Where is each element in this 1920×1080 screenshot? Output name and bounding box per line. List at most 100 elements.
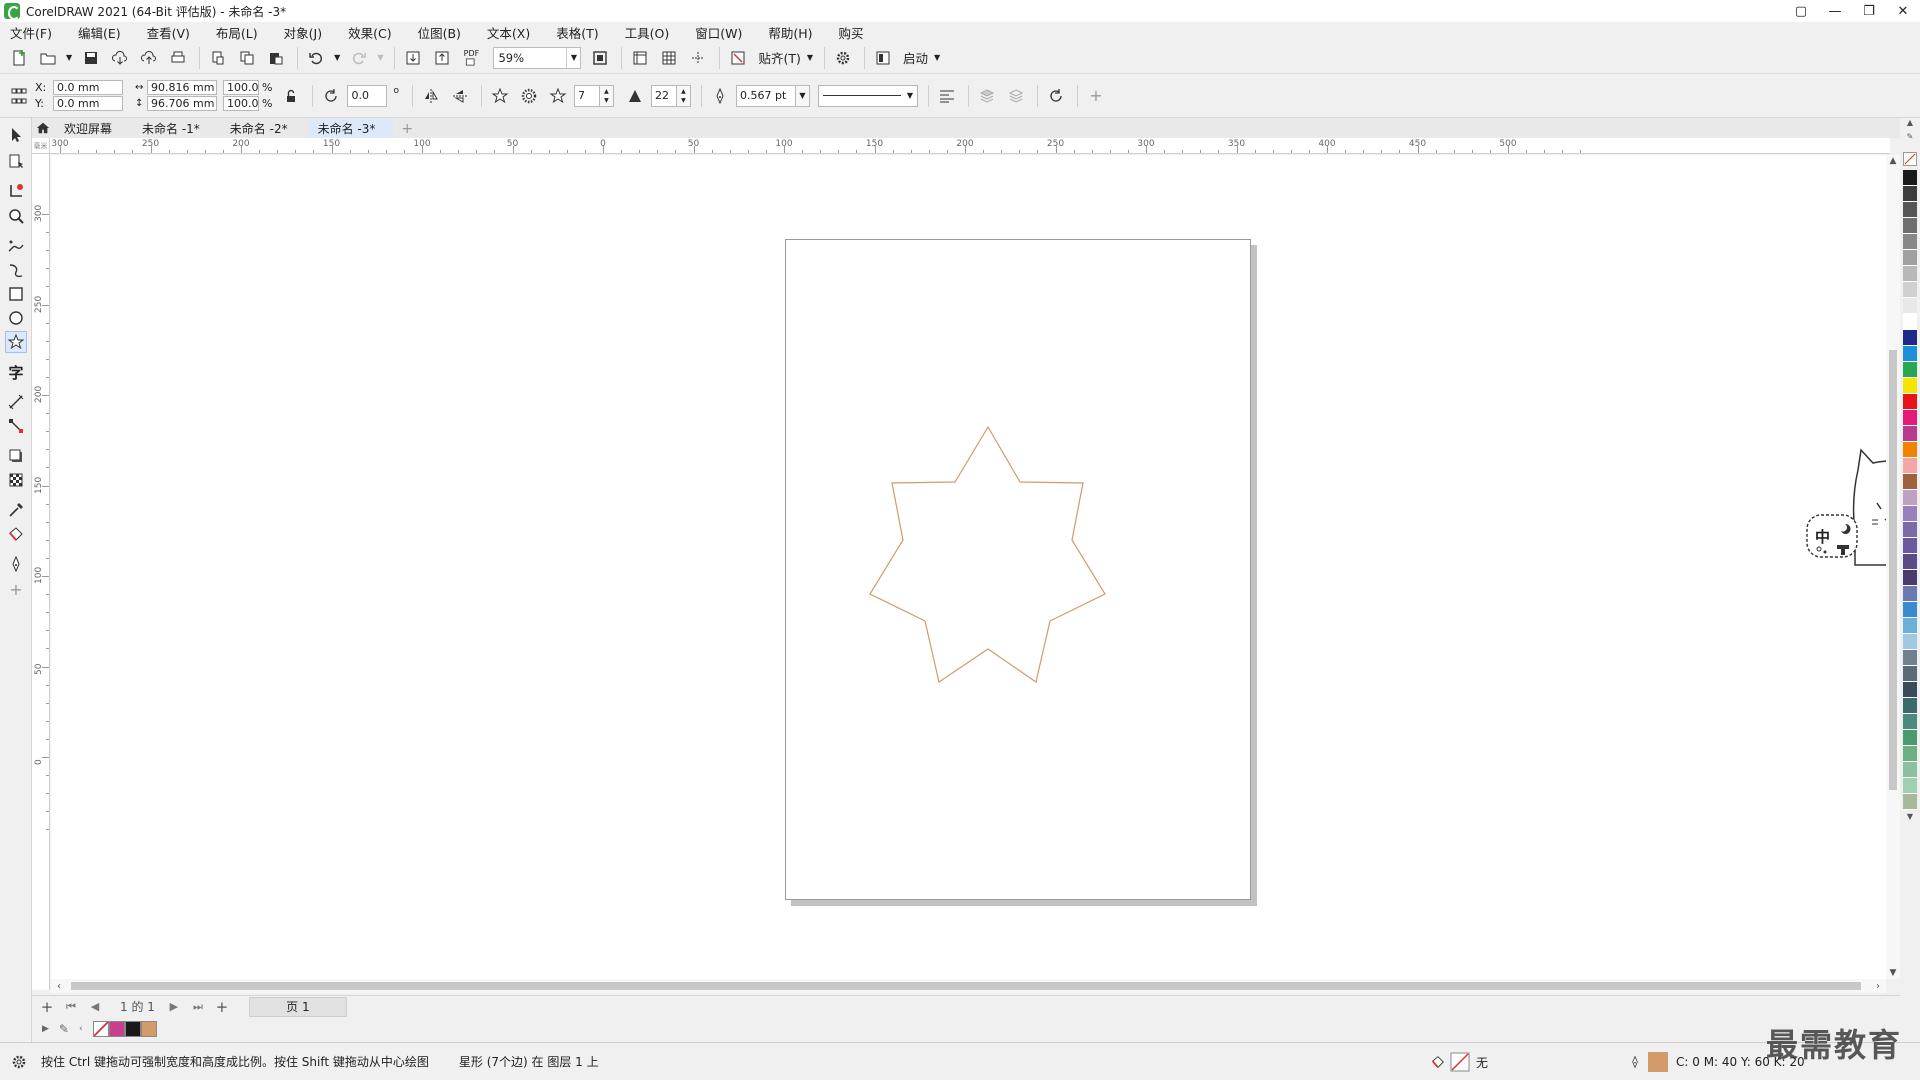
text-tool[interactable]: 字	[5, 361, 27, 383]
points-input[interactable]: 7	[573, 84, 600, 107]
drop-shadow-tool[interactable]	[5, 445, 27, 467]
minimize-button[interactable]: —	[1818, 0, 1852, 22]
open-button[interactable]	[35, 45, 61, 71]
chevron-up-icon[interactable]: ▲	[1886, 155, 1900, 167]
first-page-icon[interactable]: ⏮	[62, 1000, 80, 1014]
rectangle-tool[interactable]	[5, 283, 27, 305]
copy-button[interactable]	[234, 45, 260, 71]
palette-swatch[interactable]	[1903, 698, 1917, 714]
no-color-swatch[interactable]	[1903, 152, 1917, 166]
palette-swatch[interactable]	[1903, 570, 1917, 586]
y-position-input[interactable]: 0.0 mm	[53, 96, 123, 111]
palette-swatch[interactable]	[1903, 442, 1917, 458]
mirror-horizontal-button[interactable]	[418, 83, 444, 109]
document-swatch[interactable]	[108, 1021, 125, 1037]
horizontal-scrollbar[interactable]: ‹ ›	[51, 979, 1886, 993]
palette-swatch[interactable]	[1903, 666, 1917, 682]
restore-button[interactable]: ❐	[1852, 0, 1886, 22]
zoom-tool[interactable]	[5, 205, 27, 227]
add-property-button[interactable]: +	[1083, 83, 1109, 109]
add-page-after-button[interactable]: +	[213, 998, 231, 1016]
star-type-button[interactable]	[487, 83, 513, 109]
palette-swatch[interactable]	[1903, 506, 1917, 522]
menu-buy[interactable]: 购买	[839, 23, 876, 42]
snap-to-dropdown-icon[interactable]: ▼	[807, 53, 813, 62]
snap-to-label[interactable]: 贴齐(T)	[758, 48, 800, 67]
close-button[interactable]: ✕	[1886, 0, 1920, 22]
star-tool[interactable]	[5, 331, 27, 353]
menu-file[interactable]: 文件(F)	[10, 23, 64, 42]
to-back-button[interactable]	[1003, 83, 1029, 109]
palette-swatch[interactable]	[1903, 714, 1917, 730]
menu-edit[interactable]: 编辑(E)	[78, 23, 133, 42]
show-grid-button[interactable]	[656, 45, 682, 71]
undo-button[interactable]	[303, 45, 329, 71]
vertical-scroll-thumb[interactable]	[1889, 350, 1897, 790]
customize-toolbox-button[interactable]: +	[5, 578, 27, 600]
palette-swatch[interactable]	[1903, 330, 1917, 346]
new-document-button[interactable]	[6, 45, 32, 71]
menu-layout[interactable]: 布局(L)	[216, 23, 270, 42]
palette-swatch[interactable]	[1903, 250, 1917, 266]
palette-swatch[interactable]	[1903, 218, 1917, 234]
palette-swatch[interactable]	[1903, 746, 1917, 762]
menu-help[interactable]: 帮助(H)	[768, 23, 824, 42]
palette-swatch[interactable]	[1903, 410, 1917, 426]
page-tab-1[interactable]: 页 1	[248, 996, 347, 1017]
redo-button[interactable]	[346, 45, 372, 71]
palette-swatch[interactable]	[1903, 170, 1917, 186]
show-guidelines-button[interactable]	[685, 45, 711, 71]
horizontal-ruler[interactable]: 300 250 200 150 100 50 0 50 100 150 200 250 300 350 40…	[50, 138, 1890, 154]
paste-button[interactable]	[263, 45, 289, 71]
menu-effects[interactable]: 效果(C)	[348, 23, 403, 42]
menu-window[interactable]: 窗口(W)	[695, 23, 754, 42]
palette-scroll-down-icon[interactable]: ▼	[1903, 812, 1917, 824]
palette-scroll-up-icon[interactable]: ▲	[1903, 118, 1917, 130]
palette-swatch[interactable]	[1903, 346, 1917, 362]
horizontal-scroll-thumb[interactable]	[71, 982, 1861, 990]
redo-dropdown-icon[interactable]: ▼	[377, 53, 383, 62]
palette-swatch[interactable]	[1903, 778, 1917, 794]
tab-untitled-3[interactable]: 未命名 -3*	[307, 119, 394, 138]
mirror-vertical-button[interactable]	[447, 83, 473, 109]
palette-swatch[interactable]	[1903, 458, 1917, 474]
menu-text[interactable]: 文本(X)	[487, 23, 542, 42]
options-button[interactable]	[830, 45, 856, 71]
palette-swatch[interactable]	[1903, 794, 1917, 810]
full-screen-preview-button[interactable]	[587, 45, 613, 71]
outline-width-dropdown[interactable]: ▼	[795, 84, 810, 107]
palette-swatch[interactable]	[1903, 362, 1917, 378]
document-swatch-none[interactable]	[92, 1021, 109, 1037]
connector-tool[interactable]	[5, 415, 27, 437]
palette-swatch[interactable]	[1903, 522, 1917, 538]
document-swatch[interactable]	[140, 1021, 157, 1037]
palette-swatch[interactable]	[1903, 234, 1917, 250]
scale-width-input[interactable]: 100.0	[223, 80, 259, 95]
palette-swatch[interactable]	[1903, 618, 1917, 634]
cut-button[interactable]	[205, 45, 231, 71]
chevron-right-icon[interactable]: ›	[1872, 979, 1884, 993]
export-button[interactable]	[429, 45, 455, 71]
snap-off-button[interactable]	[725, 45, 751, 71]
show-rulers-button[interactable]	[627, 45, 653, 71]
menu-view[interactable]: 查看(V)	[147, 23, 202, 42]
palette-swatch[interactable]	[1903, 282, 1917, 298]
vertical-scrollbar[interactable]: ▲ ▼	[1886, 155, 1900, 979]
palette-swatch[interactable]	[1903, 634, 1917, 650]
document-swatch[interactable]	[124, 1021, 141, 1037]
launch-button[interactable]	[870, 45, 896, 71]
fill-indicator[interactable]: 无	[1430, 1052, 1488, 1072]
width-input[interactable]: 90.816 mm	[147, 80, 217, 95]
object-origin-button[interactable]	[6, 83, 32, 109]
smart-fill-tool[interactable]	[5, 553, 27, 575]
freehand-tool[interactable]	[5, 235, 27, 257]
status-settings-button[interactable]	[6, 1049, 32, 1075]
add-page-before-button[interactable]: +	[38, 998, 56, 1016]
undo-dropdown-icon[interactable]: ▼	[334, 53, 340, 62]
palette-swatch[interactable]	[1903, 426, 1917, 442]
crop-tool[interactable]	[5, 180, 27, 202]
palette-swatch[interactable]	[1903, 762, 1917, 778]
launch-label[interactable]: 启动	[903, 48, 928, 67]
chevron-down-icon[interactable]: ▼	[1886, 967, 1900, 979]
palette-swatch[interactable]	[1903, 266, 1917, 282]
